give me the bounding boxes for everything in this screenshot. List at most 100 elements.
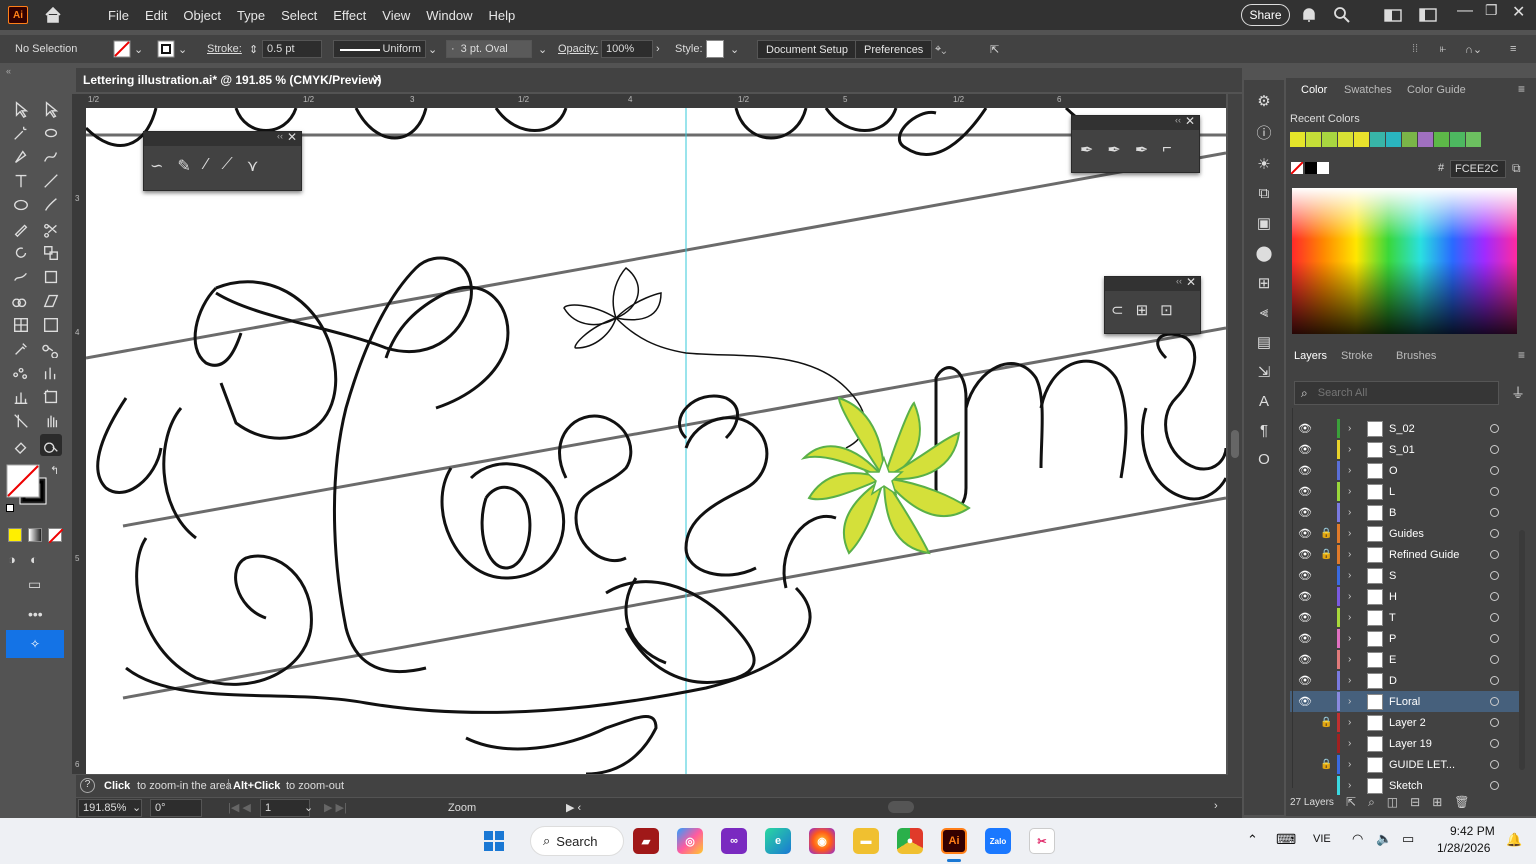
lettering-artwork[interactable] xyxy=(86,108,1226,774)
target-icon[interactable] xyxy=(1490,592,1499,601)
properties-icon[interactable]: ⚙ xyxy=(1257,92,1270,110)
layer-row[interactable]: 👁 › T xyxy=(1290,607,1520,628)
eye-icon[interactable]: 👁 xyxy=(1298,611,1312,624)
curvature-tool-icon[interactable] xyxy=(40,146,62,168)
close-document-icon[interactable]: ✕ xyxy=(372,72,382,86)
new-sublayer-icon[interactable]: ⊟ xyxy=(1410,795,1420,810)
align-panel-strip-icon[interactable]: ⫷ xyxy=(1260,304,1268,321)
target-icon[interactable] xyxy=(1490,445,1499,454)
shaper-tool-icon[interactable]: ∽ xyxy=(150,156,163,176)
appearance-icon[interactable]: ☀ xyxy=(1257,155,1270,173)
language-indicator[interactable]: VIE xyxy=(1313,833,1331,845)
menu-edit[interactable]: Edit xyxy=(137,8,175,23)
app-icon-red[interactable]: ▰ xyxy=(633,828,659,854)
tab-stroke[interactable]: Stroke xyxy=(1341,350,1373,362)
copilot-icon[interactable]: ◎ xyxy=(677,828,703,854)
lock-icon[interactable]: 🔒 xyxy=(1320,717,1332,728)
tab-color-guide[interactable]: Color Guide xyxy=(1407,84,1466,96)
export-panel-icon[interactable]: ⇲ xyxy=(1258,363,1271,381)
smooth-tool-icon[interactable]: ⁄ xyxy=(205,156,208,176)
layer-row[interactable]: 🔒 › GUIDE LET... xyxy=(1290,754,1520,775)
gradient-mode-icon[interactable] xyxy=(28,528,42,542)
zalo-icon[interactable]: Zalo xyxy=(985,828,1011,854)
target-icon[interactable] xyxy=(1490,466,1499,475)
collapse-icon[interactable]: « xyxy=(6,66,11,76)
expand-chevron-icon[interactable]: › xyxy=(1348,780,1351,791)
eye-icon[interactable]: 👁 xyxy=(1298,548,1312,561)
layer-row[interactable]: 👁 › FLoral xyxy=(1290,691,1520,712)
expand-chevron-icon[interactable]: › xyxy=(1348,696,1351,707)
direct-selection-tool-icon[interactable] xyxy=(40,98,62,120)
eraser-tool-icon[interactable] xyxy=(10,434,32,456)
workspace-icon[interactable] xyxy=(1384,8,1402,25)
swap-fill-stroke-icon[interactable]: ↰ xyxy=(50,464,59,477)
expand-chevron-icon[interactable]: › xyxy=(1348,528,1351,539)
layer-name[interactable]: H xyxy=(1389,591,1397,603)
generative-ai-icon[interactable]: ✧ xyxy=(6,630,64,658)
tray-chevron-icon[interactable]: ⌃ xyxy=(1247,832,1258,848)
line-tool-icon[interactable] xyxy=(40,170,62,192)
target-icon[interactable] xyxy=(1490,508,1499,517)
zoom-tool-icon[interactable] xyxy=(40,434,62,456)
color-mode-toggle-icon[interactable]: ⧉ xyxy=(1512,161,1521,176)
document-tab-title[interactable]: Lettering illustration.ai* @ 191.85 % (C… xyxy=(83,73,381,87)
keyboard-icon[interactable]: ⌨ xyxy=(1276,831,1296,848)
lasso-tool-icon[interactable] xyxy=(40,122,62,144)
color-panel-icon[interactable]: ⬤ xyxy=(1256,244,1273,262)
layer-name[interactable]: FLoral xyxy=(1389,696,1420,708)
lock-icon[interactable]: 🔒 xyxy=(1320,549,1332,560)
stroke-swatch[interactable]: ⌄ xyxy=(157,40,187,58)
collect-export-icon[interactable]: ⇱ xyxy=(1346,795,1356,810)
target-icon[interactable] xyxy=(1490,760,1499,769)
layer-row[interactable]: 👁 🔒 › Guides xyxy=(1290,523,1520,544)
target-icon[interactable] xyxy=(1490,655,1499,664)
artboard-canvas[interactable] xyxy=(86,108,1226,774)
layer-row[interactable]: 👁 › E xyxy=(1290,649,1520,670)
menu-file[interactable]: File xyxy=(100,8,137,23)
target-icon[interactable] xyxy=(1490,676,1499,685)
perspective-tool-icon[interactable] xyxy=(40,290,62,312)
expand-chevron-icon[interactable]: › xyxy=(1348,465,1351,476)
target-icon[interactable] xyxy=(1490,529,1499,538)
tab-color[interactable]: Color xyxy=(1301,84,1327,96)
artboards-icon[interactable]: ▤ xyxy=(1257,333,1271,351)
messenger-icon[interactable]: ∞ xyxy=(721,828,747,854)
make-clipping-mask-icon[interactable]: ◫ xyxy=(1387,795,1398,810)
mesh-tool-icon[interactable] xyxy=(10,314,32,336)
recent-color-swatch[interactable] xyxy=(1450,132,1465,147)
menu-effect[interactable]: Effect xyxy=(325,8,374,23)
expand-chevron-icon[interactable]: › xyxy=(1348,549,1351,560)
share-button[interactable]: Share xyxy=(1241,4,1290,26)
layer-row[interactable]: 👁 › H xyxy=(1290,586,1520,607)
layer-name[interactable]: S_02 xyxy=(1389,423,1415,435)
layer-name[interactable]: Guides xyxy=(1389,528,1424,540)
wifi-icon[interactable]: ◠ xyxy=(1352,831,1363,847)
expand-chevron-icon[interactable]: › xyxy=(1348,738,1351,749)
layer-name[interactable]: P xyxy=(1389,633,1396,645)
layer-row[interactable]: 👁 › P xyxy=(1290,628,1520,649)
target-icon[interactable] xyxy=(1490,634,1499,643)
expand-chevron-icon[interactable]: › xyxy=(1348,633,1351,644)
close-panel-icon[interactable]: ✕ xyxy=(287,130,297,144)
style-dropdown-icon[interactable]: ⌄ xyxy=(730,40,739,58)
layer-row[interactable]: 👁 › O xyxy=(1290,460,1520,481)
eye-icon[interactable]: 👁 xyxy=(1298,464,1312,477)
target-icon[interactable] xyxy=(1490,571,1499,580)
fill-swatch[interactable]: ⌄ xyxy=(113,40,143,58)
brush-dropdown-icon[interactable]: ⌄ xyxy=(538,40,547,58)
layer-row[interactable]: 👁 › B xyxy=(1290,502,1520,523)
layer-row[interactable]: › Layer 19 xyxy=(1290,733,1520,754)
eye-icon[interactable]: 👁 xyxy=(1298,674,1312,687)
tab-swatches[interactable]: Swatches xyxy=(1344,84,1392,96)
panel-menu-icon[interactable]: ≡ xyxy=(1518,82,1525,96)
pencil-tool-icon[interactable] xyxy=(10,218,32,240)
eye-icon[interactable]: 👁 xyxy=(1298,632,1312,645)
target-icon[interactable] xyxy=(1490,781,1499,790)
new-layer-icon[interactable]: ⊞ xyxy=(1432,795,1442,810)
style-swatch[interactable] xyxy=(706,40,724,58)
recent-color-swatch[interactable] xyxy=(1386,132,1401,147)
layer-row[interactable]: 👁 🔒 › Refined Guide xyxy=(1290,544,1520,565)
fill-stroke-widget[interactable] xyxy=(6,464,47,505)
menu-help[interactable]: Help xyxy=(480,8,523,23)
artboard-number-field[interactable]: 1 xyxy=(260,799,310,817)
